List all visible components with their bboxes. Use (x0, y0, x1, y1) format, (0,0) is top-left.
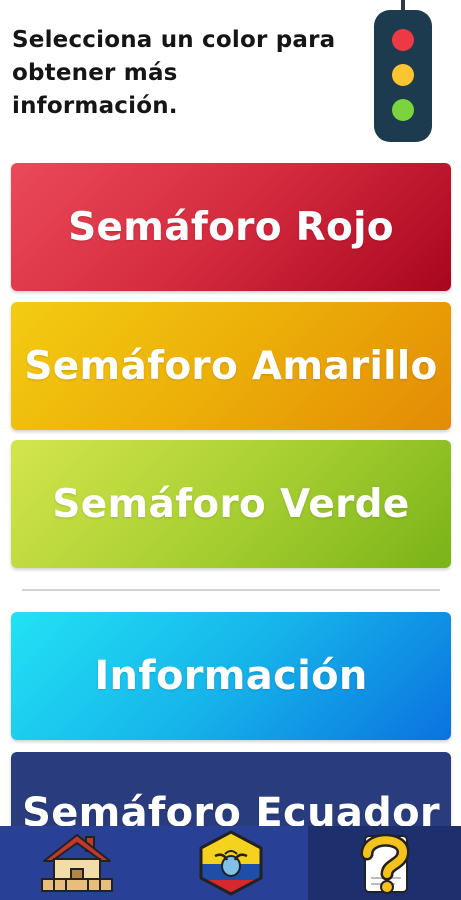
semaforo-amarillo-button[interactable]: Semáforo Amarillo (11, 302, 451, 430)
nav-home[interactable] (0, 826, 153, 900)
nav-ecuador[interactable] (153, 826, 308, 900)
semaforo-verde-button[interactable]: Semáforo Verde (11, 440, 451, 568)
informacion-button[interactable]: Información (11, 612, 451, 740)
bottom-nav (0, 826, 461, 900)
ecuador-flag-icon (197, 830, 265, 896)
semaforo-rojo-button[interactable]: Semáforo Rojo (11, 163, 451, 291)
home-icon (40, 831, 114, 895)
instruction-text: Selecciona un color para obtener más inf… (12, 27, 336, 119)
nav-help[interactable] (308, 826, 461, 900)
divider (22, 589, 440, 591)
traffic-light-icon (366, 0, 440, 146)
help-icon (355, 830, 415, 896)
header: Selecciona un color para obtener más inf… (0, 0, 461, 160)
